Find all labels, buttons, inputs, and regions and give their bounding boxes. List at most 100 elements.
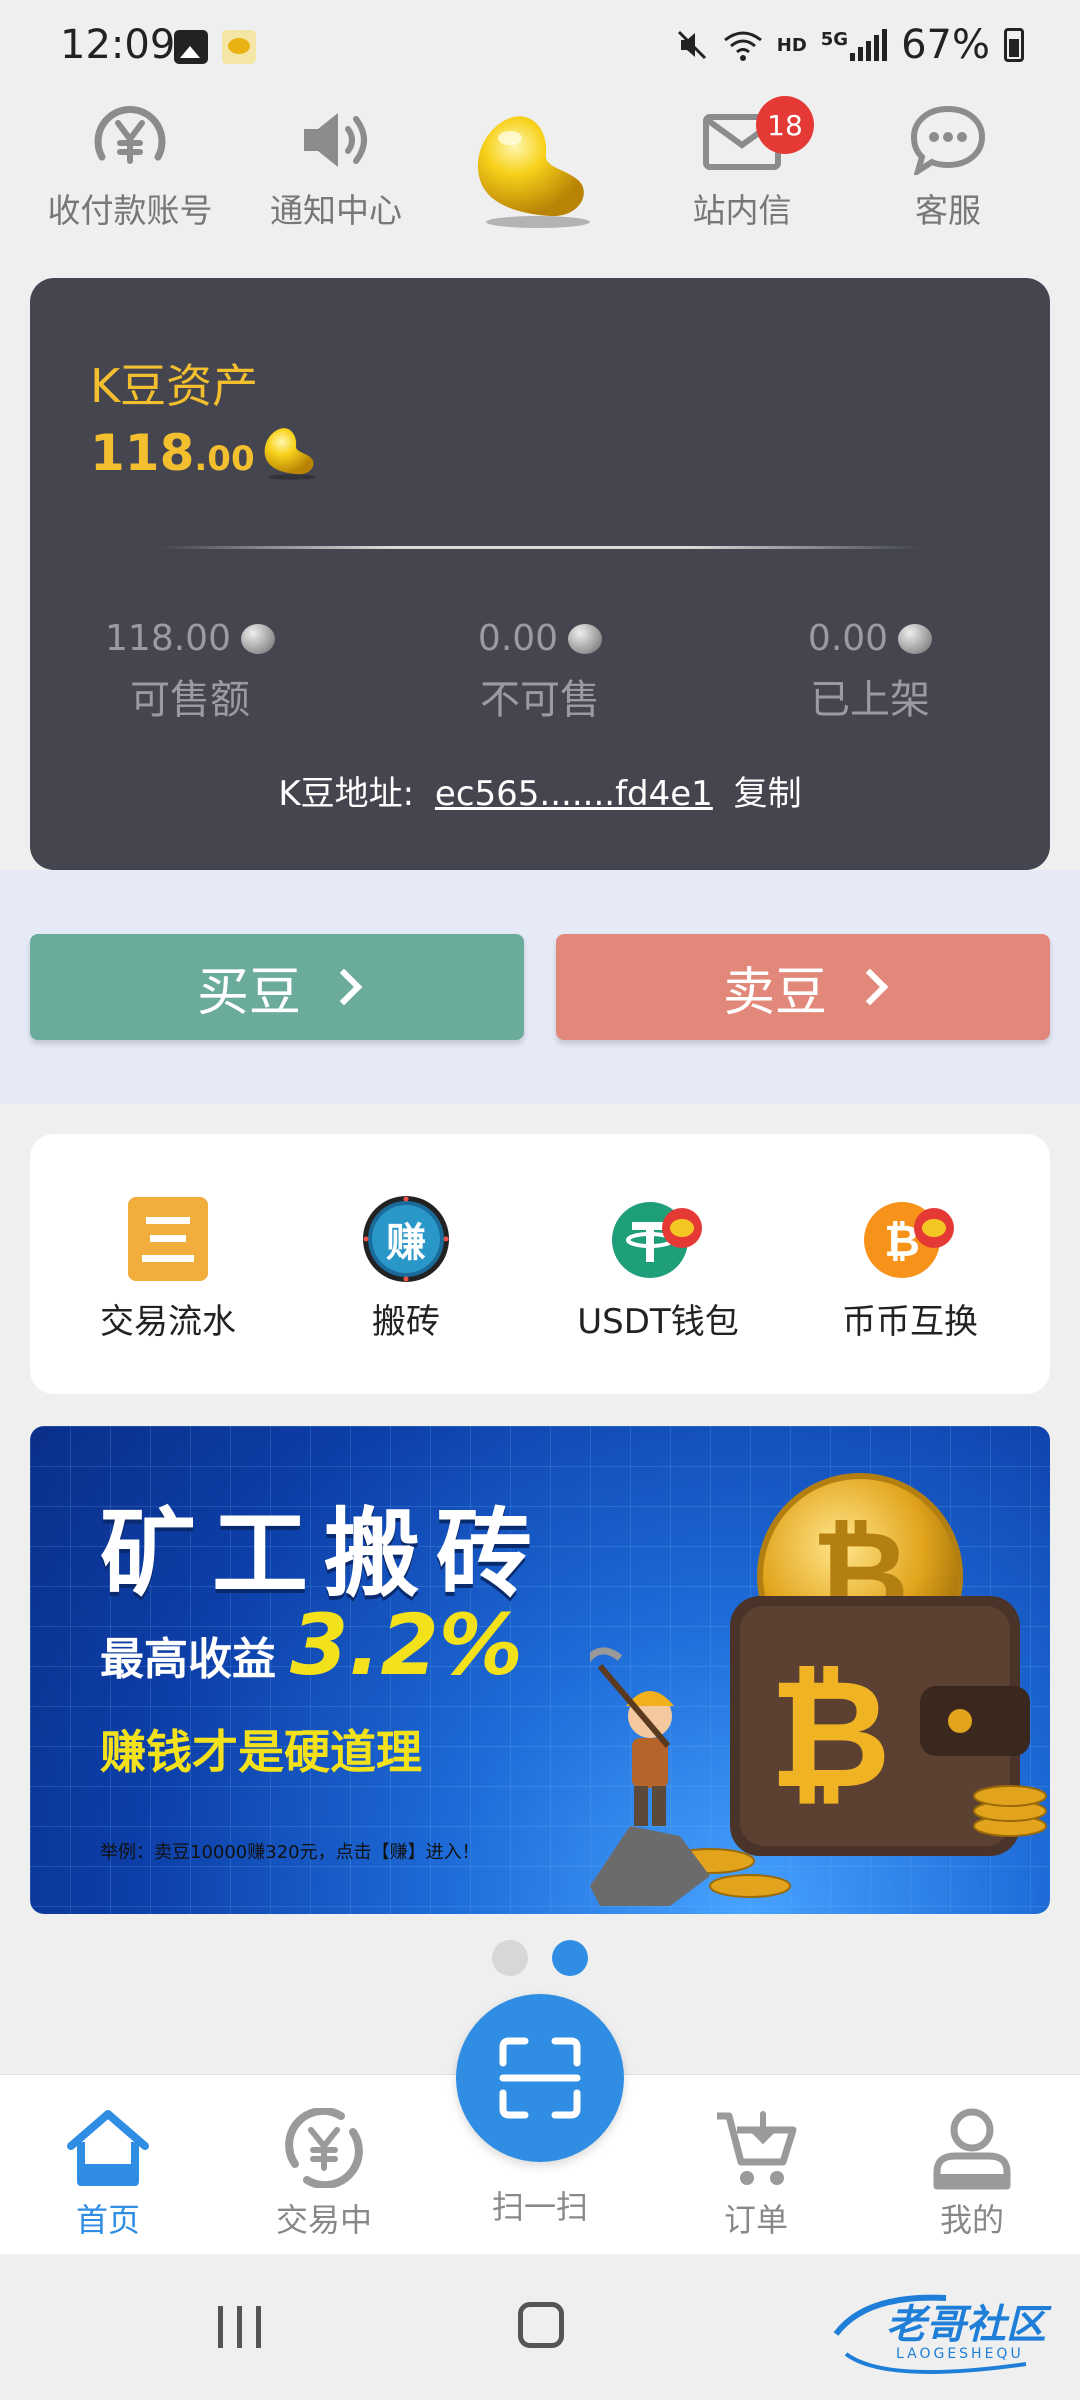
stat-label: 可售额 [130,677,250,723]
mute-icon [677,30,706,60]
status-time: 12:09 [60,22,176,68]
bean-address-link[interactable]: ec565.......fd4e1 [435,774,713,814]
nav-trading[interactable]: 交易中 [224,2103,424,2241]
sell-beans-button[interactable]: 卖豆 [556,934,1050,1040]
nav-label: 交易中 [275,2201,372,2239]
scan-button[interactable] [456,1994,624,2162]
home-button[interactable] [518,2302,564,2348]
battery-percent: 67% [901,22,990,68]
status-indicators: HD 5G 67% [675,22,1024,68]
quick-label: 交易流水 [100,1302,236,1342]
watermark-subtext: LAOGESHEQU [896,2346,1024,2362]
nav-label: 订单 [723,2201,788,2239]
scan-icon [499,2037,581,2119]
chat-bubble-icon [910,105,986,175]
asset-amount: 118 .00 [90,424,321,482]
asset-divider [160,546,920,549]
unread-badge: 18 [756,96,814,154]
watermark-text: 老哥社区 [886,2302,1046,2348]
pager-dot[interactable] [492,1940,528,1976]
banner-note: 举例：卖豆10000赚320元，点击【赚】进入！ [100,1842,480,1863]
chevron-right-icon [325,968,363,1006]
top-nav-label: 通知中心 [270,191,402,230]
status-bar: 12:09 HD 5G 67% [0,0,1080,96]
hd-indicator: HD [776,34,807,56]
top-nav-payment-accounts[interactable]: 收付款账号 [30,96,230,232]
golden-bean-icon[interactable] [470,110,600,230]
wifi-icon [723,31,762,61]
top-nav-notifications[interactable]: 通知中心 [236,96,436,232]
quick-actions: 交易流水 赚 搬砖 USDT钱包 ₿ 币币互换 [30,1134,1050,1394]
quick-usdt-wallet[interactable]: USDT钱包 [548,1194,768,1343]
stat-unsellable: 0.00 不可售 [440,618,640,725]
quick-transaction-log[interactable]: 交易流水 [58,1194,278,1343]
sell-label: 卖豆 [722,962,827,1023]
nav-profile[interactable]: 我的 [872,2103,1072,2241]
gray-bean-icon [240,623,275,654]
chevron-right-icon [851,968,889,1006]
promo-banner[interactable]: 矿工搬砖 最高收益 3.2% 赚钱才是硬道理 举例：卖豆10000赚320元，点… [30,1426,1050,1914]
stat-value: 0.00 [807,618,889,659]
copy-address-button[interactable]: 复制 [734,774,802,814]
speaker-icon [304,113,367,167]
nav-label: 首页 [75,2201,140,2239]
home-icon [67,2110,149,2186]
buy-label: 买豆 [196,962,301,1023]
nav-orders[interactable]: 订单 [656,2103,856,2241]
scan-label: 扫一扫 [491,2188,588,2226]
asset-title: K豆资产 [90,359,259,413]
top-nav-label: 收付款账号 [47,191,213,230]
banner-slogan: 赚钱才是硬道理 [100,1725,422,1779]
battery-icon [1004,28,1024,62]
gallery-icon [174,30,208,64]
stat-listed: 0.00 已上架 [770,618,970,725]
cellular-signal: 5G [820,29,888,61]
quick-coin-swap[interactable]: ₿ 币币互换 [800,1194,1020,1343]
gray-bean-icon [898,623,933,654]
pager-dot-active[interactable] [552,1940,588,1976]
yuan-exchange-icon [285,2108,363,2188]
quick-earn[interactable]: 赚 搬砖 [296,1194,516,1343]
stat-value: 118.00 [105,618,231,659]
recent-apps-button[interactable] [218,2306,261,2348]
system-nav-bar: 老哥社区 LAOGESHEQU [0,2254,1080,2400]
stat-label: 已上架 [810,677,930,723]
svg-text:₿: ₿ [769,1648,891,1822]
top-nav-label: 客服 [915,191,981,230]
top-nav-label: 站内信 [692,191,792,230]
trade-band: 买豆 卖豆 [0,870,1080,1104]
quick-label: USDT钱包 [577,1302,739,1342]
bean-app-icon [222,30,256,64]
address-row: K豆地址: ec565.......fd4e1 复制 [30,766,1050,815]
yuan-refresh-icon [94,106,166,164]
buy-beans-button[interactable]: 买豆 [30,934,524,1040]
banner-yield-prefix: 最高收益 [100,1634,276,1685]
nav-home[interactable]: 首页 [8,2103,208,2241]
asset-amount-integer: 118 [90,424,195,482]
banner-title: 矿工搬砖 [100,1498,548,1610]
golden-bean-icon [264,428,316,480]
banner-pager [0,1940,1080,1976]
signal-bars-icon [850,29,888,61]
quick-label: 搬砖 [372,1302,440,1342]
banner-yield: 最高收益 3.2% [100,1596,523,1694]
watermark-logo: 老哥社区 LAOGESHEQU [826,2284,1066,2380]
address-label: K豆地址: [278,774,415,814]
earn-glyph: 赚 [386,1220,426,1266]
user-icon [933,2108,1011,2190]
nav-label: 我的 [939,2201,1004,2239]
stat-sellable: 118.00 可售额 [90,618,290,725]
gray-bean-icon [568,623,603,654]
bitcoin-swap-icon: ₿ [864,1202,954,1278]
asset-card: K豆资产 118 .00 118.00 可售额 0.00 不可售 0.00 已上… [30,278,1050,870]
stat-value: 0.00 [477,618,559,659]
top-nav-customer-service[interactable]: 客服 [848,96,1048,232]
network-type: 5G [820,29,849,50]
bitcoin-wallet-illustration: ₿ ₿ [590,1473,1047,1906]
top-nav-inbox[interactable]: 18 站内信 [642,96,842,232]
banner-yield-rate: 3.2% [290,1596,523,1694]
usdt-wallet-icon [612,1202,702,1278]
cart-icon [717,2111,797,2185]
status-notification-icons [174,30,256,64]
ledger-icon [128,1197,208,1281]
